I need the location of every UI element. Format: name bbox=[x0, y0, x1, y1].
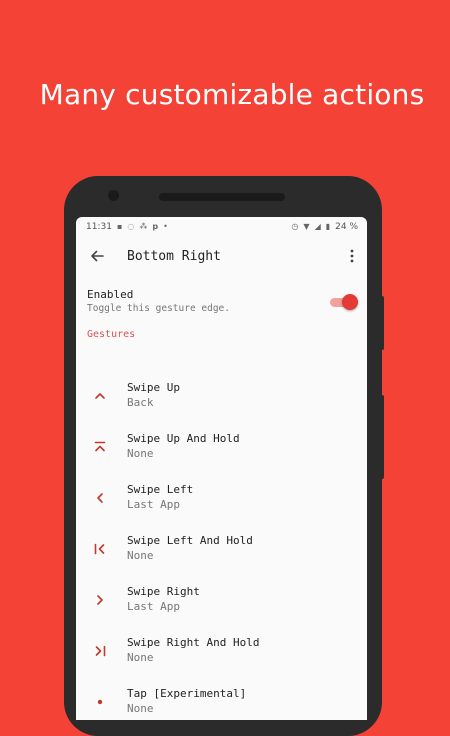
overflow-menu-icon[interactable] bbox=[347, 247, 357, 265]
gesture-item-swipe-up-hold[interactable]: Swipe Up And Hold None bbox=[76, 425, 367, 476]
phone-power-button bbox=[380, 395, 384, 479]
gesture-title: Tap [Experimental] bbox=[127, 687, 247, 700]
front-camera bbox=[108, 190, 119, 201]
alarm-icon: ◷ bbox=[291, 222, 299, 231]
app-notification-icon: ⁂ bbox=[139, 222, 148, 231]
gesture-item-swipe-right-hold[interactable]: Swipe Right And Hold None bbox=[76, 629, 367, 680]
chevron-up-icon bbox=[95, 393, 105, 399]
gesture-action: None bbox=[127, 702, 154, 715]
wifi-icon: ▼ bbox=[303, 222, 310, 231]
battery-icon: ▮ bbox=[325, 222, 331, 231]
gesture-action: Last App bbox=[127, 600, 180, 613]
chevron-left-icon bbox=[97, 493, 103, 503]
status-time: 11:31 bbox=[86, 222, 112, 232]
gesture-action: Back bbox=[127, 396, 154, 409]
enabled-summary: Toggle this gesture edge. bbox=[87, 303, 230, 314]
gesture-title: Swipe Up bbox=[127, 381, 180, 394]
back-arrow-icon[interactable] bbox=[86, 245, 108, 267]
gesture-title: Swipe Left bbox=[127, 483, 194, 496]
gesture-title: Swipe Right And Hold bbox=[127, 636, 260, 649]
enabled-toggle[interactable] bbox=[330, 293, 358, 311]
section-title: Gestures bbox=[87, 329, 136, 340]
chevron-right-icon bbox=[97, 595, 103, 605]
phone-screen: 11:31 ▪ ◌ ⁂ p • ◷ ▼ ◢ ▮ 24 % Bottom Righ… bbox=[76, 217, 367, 720]
gesture-list: Swipe Up Back Swipe Up And Hold None Swi… bbox=[76, 374, 367, 720]
gesture-item-swipe-up[interactable]: Swipe Up Back bbox=[76, 374, 367, 425]
gesture-action: None bbox=[127, 549, 154, 562]
phone-volume-button bbox=[380, 296, 384, 350]
more-notifications-dot-icon: • bbox=[163, 222, 168, 231]
gesture-title: Swipe Left And Hold bbox=[127, 534, 253, 547]
gesture-item-tap[interactable]: Tap [Experimental] None bbox=[76, 680, 367, 720]
p-notification-icon: p bbox=[152, 222, 159, 231]
gesture-item-swipe-right[interactable]: Swipe Right Last App bbox=[76, 578, 367, 629]
section-header-gestures: Gestures bbox=[76, 327, 367, 349]
whatsapp-notification-icon: ◌ bbox=[127, 222, 135, 231]
enabled-setting[interactable]: Enabled Toggle this gesture edge. bbox=[76, 277, 367, 327]
chevron-up-bar-icon bbox=[94, 441, 106, 452]
chevron-right-bar-icon bbox=[95, 645, 106, 657]
page-title: Bottom Right bbox=[127, 249, 221, 264]
promo-headline: Many customizable actions bbox=[39, 78, 425, 111]
toggle-thumb bbox=[342, 294, 358, 310]
earpiece-speaker bbox=[159, 193, 285, 201]
gallery-notification-icon: ▪ bbox=[116, 222, 123, 231]
gesture-action: None bbox=[127, 651, 154, 664]
gesture-item-swipe-left[interactable]: Swipe Left Last App bbox=[76, 476, 367, 527]
chevron-left-bar-icon bbox=[94, 543, 105, 555]
dot-icon bbox=[97, 699, 103, 705]
gesture-action: Last App bbox=[127, 498, 180, 511]
gesture-item-swipe-left-hold[interactable]: Swipe Left And Hold None bbox=[76, 527, 367, 578]
gesture-action: None bbox=[127, 447, 154, 460]
status-bar: 11:31 ▪ ◌ ⁂ p • ◷ ▼ ◢ ▮ 24 % bbox=[76, 217, 367, 237]
gesture-title: Swipe Right bbox=[127, 585, 200, 598]
enabled-title: Enabled bbox=[87, 288, 134, 301]
signal-icon: ◢ bbox=[314, 222, 321, 231]
gesture-title: Swipe Up And Hold bbox=[127, 432, 240, 445]
battery-percentage: 24 % bbox=[335, 222, 358, 232]
app-bar: Bottom Right bbox=[76, 237, 367, 277]
